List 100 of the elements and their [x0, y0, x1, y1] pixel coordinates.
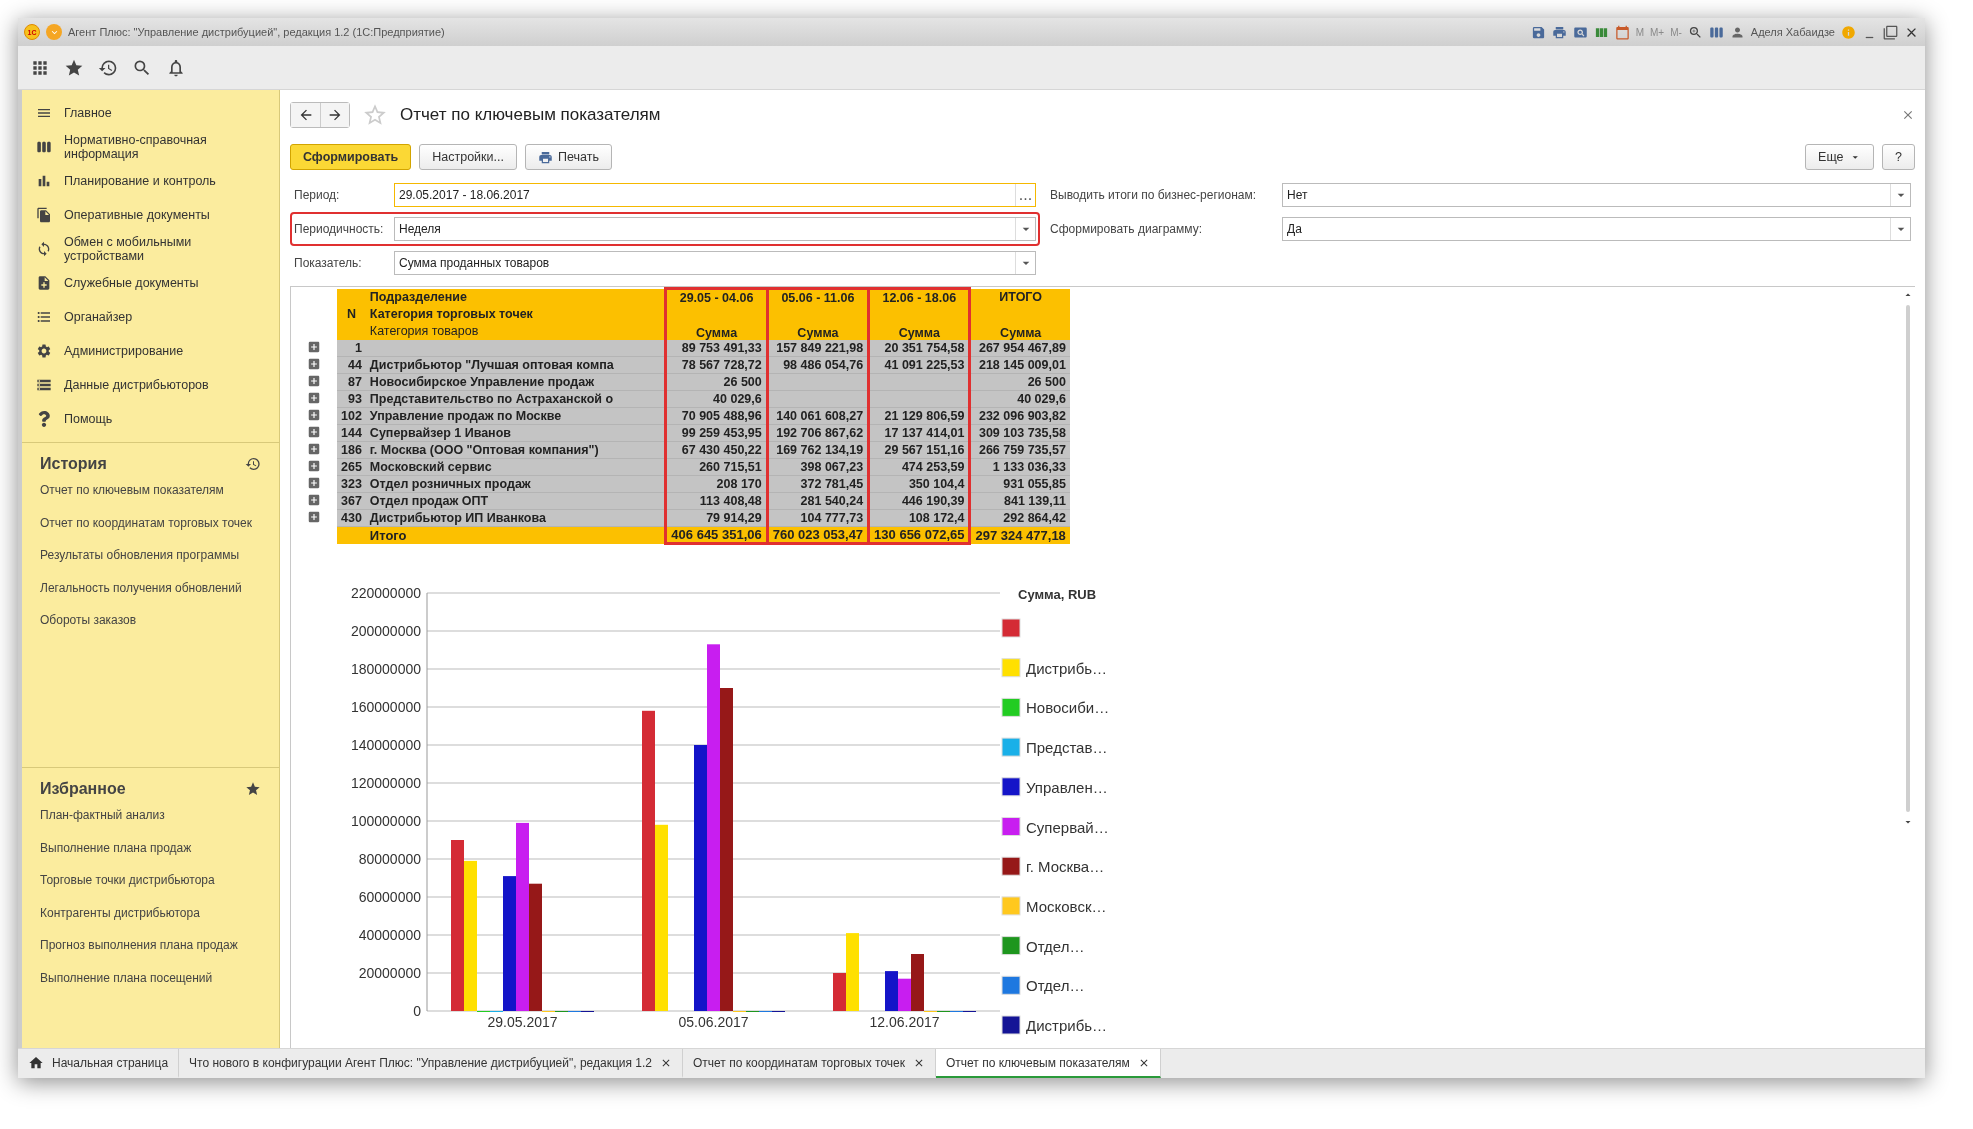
bar: [885, 971, 898, 1011]
sidebar-item[interactable]: Данные дистрибьюторов: [22, 368, 279, 402]
column-header: 05.06 - 11.06: [767, 288, 869, 306]
favorite-link[interactable]: Выполнение плана посещений: [40, 970, 261, 987]
history-link[interactable]: Отчет по ключевым показателям: [40, 483, 261, 499]
expand-icon[interactable]: [307, 424, 321, 439]
expand-icon[interactable]: [307, 458, 321, 473]
legend-swatch: [1001, 817, 1021, 836]
arrow-right-icon: [327, 107, 343, 123]
axis-label: 05.06.2017: [678, 1014, 749, 1030]
forward-button[interactable]: [320, 103, 349, 127]
legend-swatch: [1001, 975, 1021, 995]
history-icon[interactable]: [245, 456, 261, 472]
database-icon: [36, 377, 52, 393]
axis-label: 220000000: [350, 585, 421, 601]
bell-icon[interactable]: [166, 57, 186, 78]
print-button[interactable]: Печать: [524, 144, 612, 170]
expand-icon[interactable]: [307, 475, 321, 490]
expand-icon[interactable]: [307, 390, 321, 405]
restore-icon[interactable]: [1883, 24, 1898, 40]
axis-label: 120000000: [350, 775, 421, 791]
select-field[interactable]: Неделя: [394, 217, 1036, 241]
back-button[interactable]: [291, 103, 320, 127]
window-title: Агент Плюс: "Управление дистрибуцией", редакция 1.2 (1С:Предприятие): [68, 26, 445, 38]
legend-swatch: [1001, 777, 1021, 797]
expand-icon[interactable]: [307, 407, 321, 422]
documents-icon: [36, 207, 52, 223]
axis-label: 100000000: [350, 813, 421, 829]
expand-icon[interactable]: [307, 441, 321, 456]
select-field[interactable]: Нет: [1282, 183, 1911, 207]
axis-label: 29.05.2017: [487, 1014, 558, 1030]
page-tab[interactable]: Отчет по координатам торговых точек: [683, 1049, 936, 1078]
page-tab[interactable]: Что нового в конфигурации Агент Плюс: "Управление дистрибуцией", редакция 1.2: [179, 1049, 683, 1078]
legend-label: Управлен…: [1026, 778, 1108, 796]
settings-button[interactable]: Настройки...: [419, 144, 517, 170]
generate-button[interactable]: Сформировать: [290, 144, 412, 170]
favorite-link[interactable]: Контрагенты дистрибьютора: [40, 905, 261, 922]
sidebar-item[interactable]: Планирование и контроль: [22, 164, 279, 198]
sidebar-item[interactable]: Нормативно-справочная информация: [22, 130, 279, 164]
legend-label: Московск…: [1026, 897, 1107, 915]
legend-swatch: [1001, 697, 1021, 717]
sidebar-item[interactable]: Обмен с мобильными устройствами: [22, 232, 279, 266]
page-tab[interactable]: Отчет по ключевым показателям: [935, 1049, 1161, 1078]
document-icon: [36, 275, 52, 291]
sidebar-item[interactable]: Оперативные документы: [22, 198, 279, 232]
select-field[interactable]: 29.05.2017 - 18.06.2017 ...: [394, 183, 1036, 207]
section-title: История: [40, 455, 107, 473]
bar-chart-icon: [36, 173, 52, 189]
favorite-link[interactable]: Прогноз выполнения плана продаж: [40, 938, 261, 954]
help-button[interactable]: ?: [1882, 144, 1915, 170]
field-label: Выводить итоги по бизнес-регионам:: [1050, 188, 1258, 202]
column-header: Сумма: [970, 305, 1070, 340]
favorite-link[interactable]: План-фактный анализ: [40, 808, 261, 824]
select-field[interactable]: Сумма проданных товаров: [394, 251, 1036, 275]
column-header: Сумма: [767, 305, 869, 340]
history-link[interactable]: Результаты обновления программы: [40, 548, 261, 564]
checklist-icon: [36, 309, 52, 325]
star-icon[interactable]: [245, 781, 261, 797]
legend-title: Сумма, RUB: [1018, 587, 1097, 602]
legend-swatch: [1001, 1015, 1021, 1035]
legend-swatch: [1001, 896, 1021, 916]
more-button[interactable]: Еще: [1805, 144, 1875, 170]
column-header: Сумма: [868, 305, 970, 340]
select-field[interactable]: Да: [1282, 217, 1911, 241]
expand-icon[interactable]: [307, 339, 321, 354]
sidebar-item[interactable]: Главное: [22, 96, 279, 130]
columns-icon: [36, 139, 52, 155]
history-link[interactable]: Обороты заказов: [40, 613, 261, 629]
history-link[interactable]: Легальность получения обновлений: [40, 580, 261, 597]
legend-label: Дистрибь…: [1026, 1017, 1108, 1034]
legend-label: Дистрибь…: [1026, 659, 1108, 677]
page-tab[interactable]: Начальная страница: [18, 1049, 180, 1078]
axis-label: 40000000: [358, 927, 421, 943]
expand-icon[interactable]: [307, 492, 321, 507]
favorite-link[interactable]: Торговые точки дистрибьютора: [40, 873, 261, 889]
sidebar-item[interactable]: Органайзер: [22, 300, 279, 334]
favorite-link[interactable]: Выполнение плана продаж: [40, 840, 261, 857]
field-label: Период:: [294, 188, 341, 202]
legend-label: Новосиби…: [1026, 699, 1110, 717]
print-icon[interactable]: [1551, 24, 1567, 40]
star-icon[interactable]: [362, 102, 388, 128]
expand-icon[interactable]: [307, 356, 321, 371]
expand-icon[interactable]: [307, 509, 321, 524]
axis-label: 200000000: [350, 623, 421, 639]
sidebar-item[interactable]: Служебные документы: [22, 266, 279, 300]
field-label: Сформировать диаграмму:: [1050, 222, 1203, 236]
axis-label: 80000000: [358, 851, 421, 867]
axis-label: 60000000: [358, 889, 421, 905]
zoom-icon[interactable]: [1687, 24, 1703, 40]
sidebar-item[interactable]: Администрирование: [22, 334, 279, 368]
history-link[interactable]: Отчет по координатам торговых точек: [40, 515, 261, 532]
user-name[interactable]: Аделя Хабаидзе: [1750, 26, 1835, 38]
form-title: Отчет по ключевым показателям: [400, 105, 661, 125]
axis-label: 180000000: [350, 661, 421, 677]
calendar-icon[interactable]: [1614, 24, 1630, 40]
home-icon: [28, 1054, 44, 1071]
sidebar-item[interactable]: Помощь: [22, 402, 279, 436]
expand-icon[interactable]: [307, 373, 321, 388]
save-icon[interactable]: [1530, 24, 1546, 40]
column-header: Сумма: [665, 305, 768, 340]
